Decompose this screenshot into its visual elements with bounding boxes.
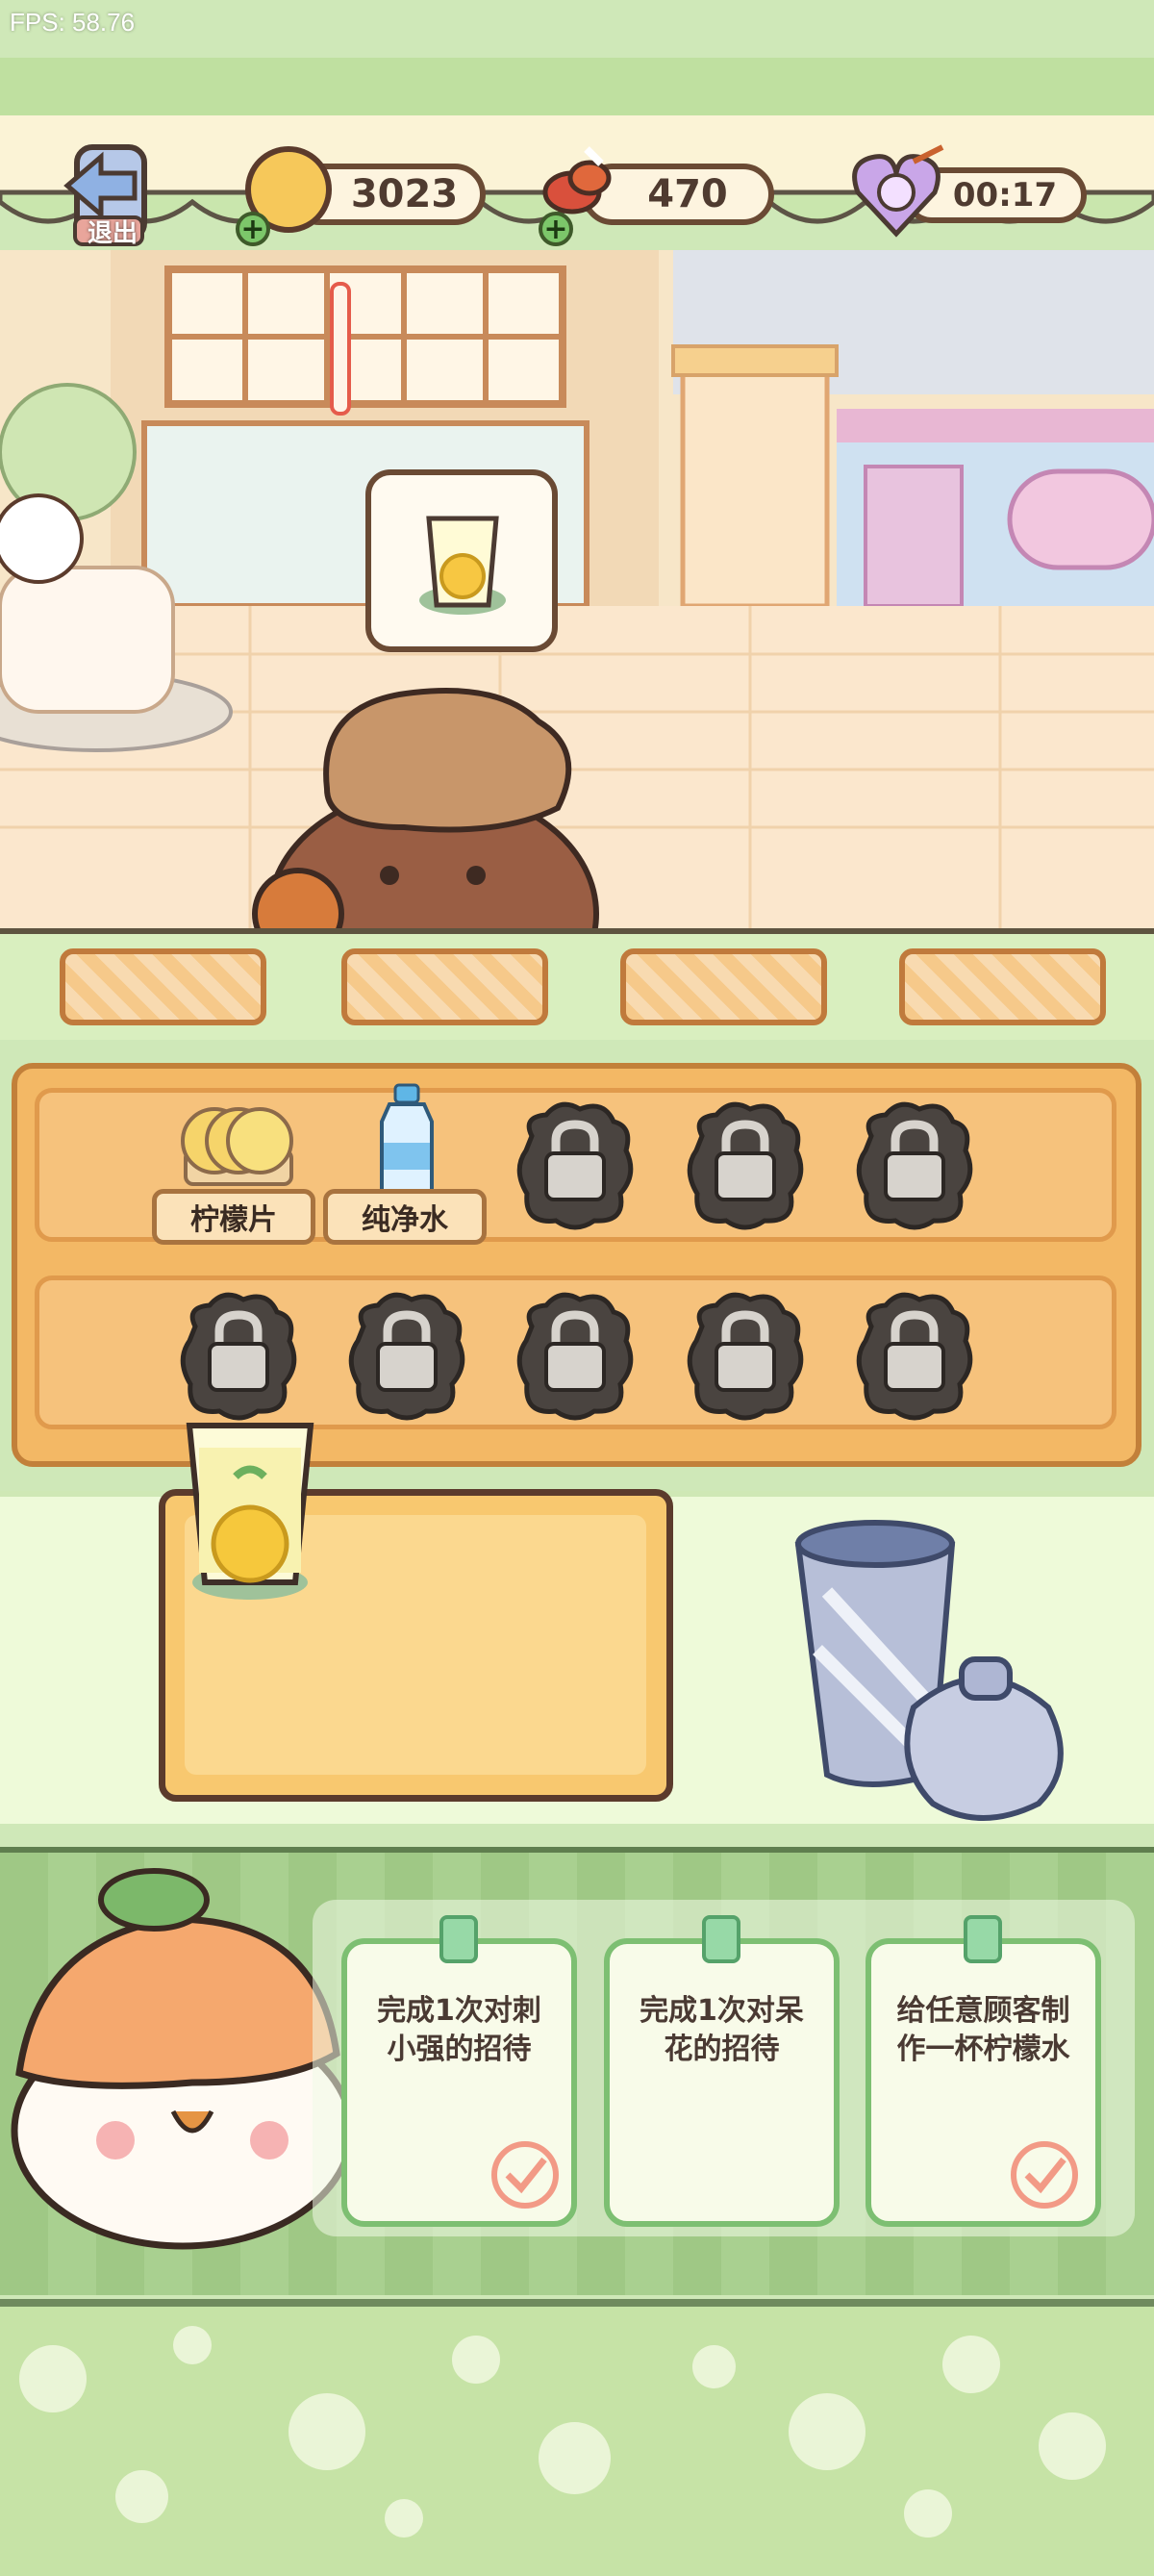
exit-button[interactable]: 退出 (58, 142, 159, 248)
task-text-line1: 完成1次对刺 (377, 1994, 541, 2028)
lemon-slices-label: 柠檬片 (152, 1189, 315, 1245)
check-icon (1011, 2141, 1078, 2209)
task-text: 给任意顾客制 作一杯柠檬水 (881, 1992, 1086, 2069)
task-text-line2: 作一杯柠檬水 (896, 2033, 1070, 2066)
clip-icon (964, 1915, 1002, 1963)
locked-ingredient-slot[interactable] (513, 1098, 638, 1232)
lock-icon (516, 1101, 634, 1230)
coins-value: 3023 (350, 172, 459, 216)
lock-icon (348, 1292, 465, 1421)
top-bar: 退出 3023 + 470 + 00:17 (0, 58, 1154, 250)
pure-water-label: 纯净水 (323, 1189, 487, 1245)
task-card-3[interactable]: 给任意顾客制 作一杯柠檬水 (866, 1915, 1101, 2227)
task-text: 完成1次对刺 小强的招待 (357, 1992, 562, 2069)
chick-mascot (11, 1868, 355, 2250)
ingredient-pure-water[interactable]: 纯净水 (323, 1083, 487, 1261)
lock-icon (856, 1292, 973, 1421)
check-icon (491, 2141, 559, 2209)
heart-timer-icon (852, 144, 944, 238)
background-street (0, 250, 1154, 933)
shop-scene (0, 250, 1154, 933)
lock-icon (180, 1292, 297, 1421)
task-text-line2: 小强的招待 (387, 2033, 532, 2066)
lock-icon (687, 1292, 804, 1421)
lock-icon (856, 1101, 973, 1230)
fps-counter: FPS: 58.76 (10, 8, 136, 37)
locked-ingredient-slot[interactable] (176, 1288, 301, 1423)
lock-icon (687, 1101, 804, 1230)
serving-mat-3[interactable] (620, 948, 827, 1025)
clip-icon (439, 1915, 478, 1963)
locked-ingredient-slot[interactable] (683, 1098, 808, 1232)
ingredient-lemon-slices[interactable]: 柠檬片 (152, 1098, 315, 1261)
add-ingredients-button[interactable]: + (539, 212, 573, 246)
lemon-slices-icon (181, 1107, 293, 1186)
lemon-water-icon (419, 516, 506, 615)
clip-icon (702, 1915, 740, 1963)
bottom-decoration (0, 2299, 1154, 2576)
task-text: 完成1次对呆 花的招待 (619, 1992, 824, 2069)
lock-icon (516, 1292, 634, 1421)
task-text-line1: 给任意顾客制 (896, 1994, 1070, 2028)
serving-counter (0, 928, 1154, 1040)
serving-mat-4[interactable] (899, 948, 1106, 1025)
add-coins-button[interactable]: + (236, 212, 270, 246)
task-card-1[interactable]: 完成1次对刺 小强的招待 (341, 1915, 577, 2227)
lemon-water-glass[interactable] (178, 1414, 322, 1606)
locked-ingredient-slot[interactable] (852, 1288, 977, 1423)
locked-ingredient-slot[interactable] (683, 1288, 808, 1423)
serving-mat-2[interactable] (341, 948, 548, 1025)
task-card-2[interactable]: 完成1次对呆 花的招待 (604, 1915, 840, 2227)
task-text-line2: 花的招待 (664, 2033, 780, 2066)
exit-label: 退出 (87, 219, 138, 248)
timer-value: 00:17 (952, 176, 1058, 215)
serving-mat-1[interactable] (60, 948, 266, 1025)
task-text-line1: 完成1次对呆 (640, 1994, 804, 2028)
locked-ingredient-slot[interactable] (513, 1288, 638, 1423)
locked-ingredient-slot[interactable] (852, 1098, 977, 1232)
ingredient-shelf: 柠檬片 纯净水 (12, 1063, 1141, 1467)
cocktail-shaker[interactable] (789, 1515, 1087, 1837)
ingredients-value: 470 (647, 172, 728, 216)
water-bottle-icon (380, 1083, 434, 1200)
locked-ingredient-slot[interactable] (344, 1288, 469, 1423)
customer-order-bubble (365, 469, 558, 652)
